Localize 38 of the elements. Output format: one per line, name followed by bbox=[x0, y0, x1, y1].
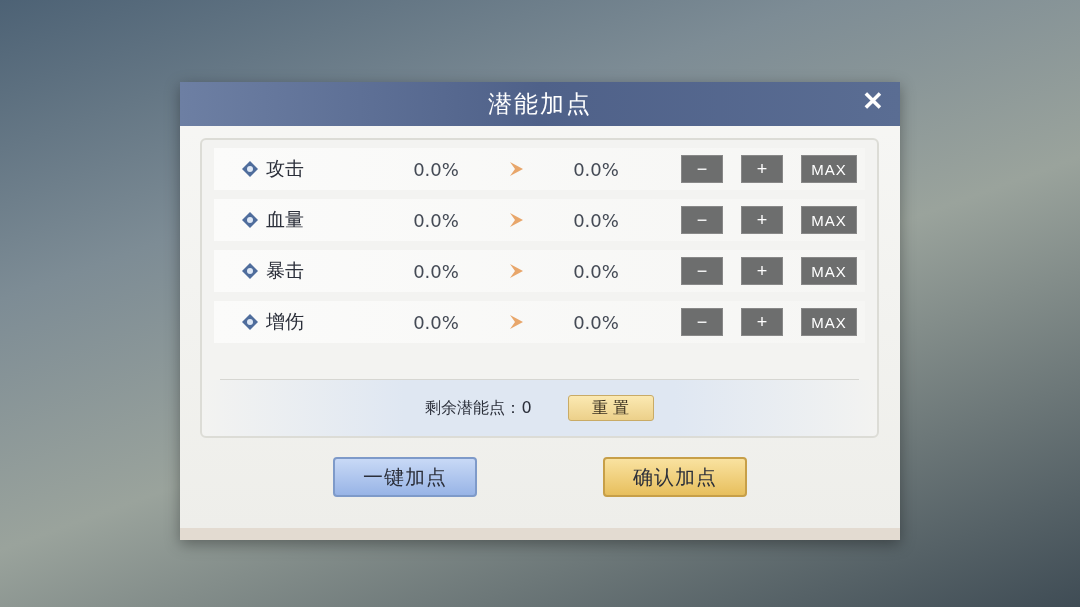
increase-button[interactable]: + bbox=[741, 155, 783, 183]
increase-button[interactable]: + bbox=[741, 308, 783, 336]
max-button[interactable]: MAX bbox=[801, 155, 857, 183]
close-button[interactable]: ✕ bbox=[858, 86, 888, 117]
increase-button[interactable]: + bbox=[741, 206, 783, 234]
reset-button[interactable]: 重 置 bbox=[567, 395, 654, 421]
stat-name: 暴击 bbox=[266, 258, 305, 283]
decrease-button[interactable]: − bbox=[681, 308, 723, 336]
next-value: 0.0% bbox=[572, 311, 620, 333]
confirm-button[interactable]: 确认加点 bbox=[603, 457, 747, 497]
max-button[interactable]: MAX bbox=[801, 206, 857, 234]
arrow-icon bbox=[507, 211, 525, 229]
diamond-icon bbox=[242, 161, 258, 177]
stat-name: 血量 bbox=[266, 207, 305, 232]
current-value: 0.0% bbox=[412, 260, 460, 282]
increase-button[interactable]: + bbox=[741, 257, 783, 285]
remaining-points: 剩余潜能点：0 bbox=[425, 397, 532, 419]
stat-name: 增伤 bbox=[266, 309, 305, 334]
current-value: 0.0% bbox=[412, 311, 460, 333]
arrow-icon bbox=[507, 313, 525, 331]
arrow-icon bbox=[507, 160, 525, 178]
max-button[interactable]: MAX bbox=[801, 257, 857, 285]
max-button[interactable]: MAX bbox=[801, 308, 857, 336]
next-value: 0.0% bbox=[572, 260, 620, 282]
diamond-icon bbox=[242, 314, 258, 330]
decrease-button[interactable]: − bbox=[681, 155, 723, 183]
next-value: 0.0% bbox=[572, 158, 620, 180]
decrease-button[interactable]: − bbox=[681, 257, 723, 285]
diamond-icon bbox=[242, 212, 258, 228]
diamond-icon bbox=[242, 263, 258, 279]
dialog-title: 潜能加点 bbox=[488, 89, 592, 120]
current-value: 0.0% bbox=[412, 158, 460, 180]
current-value: 0.0% bbox=[412, 209, 460, 231]
next-value: 0.0% bbox=[572, 209, 620, 231]
stat-name: 攻击 bbox=[266, 156, 305, 181]
auto-allocate-button[interactable]: 一键加点 bbox=[333, 457, 477, 497]
decrease-button[interactable]: − bbox=[681, 206, 723, 234]
arrow-icon bbox=[507, 262, 525, 280]
